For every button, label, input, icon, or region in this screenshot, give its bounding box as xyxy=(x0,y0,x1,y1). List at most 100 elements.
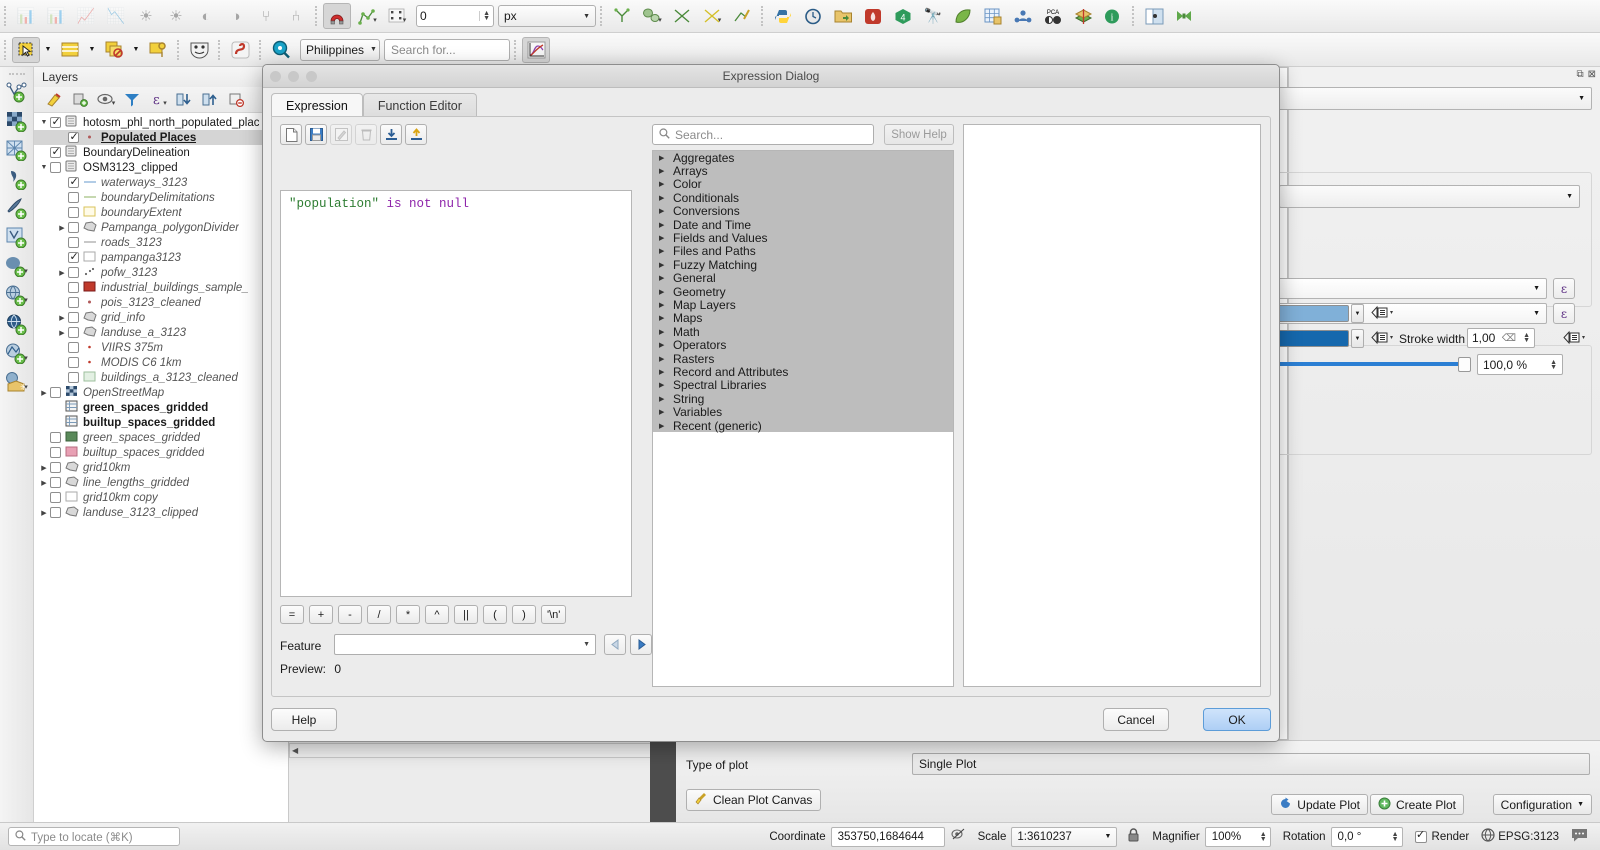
layer-tree-item[interactable]: ▶ landuse_3123_clipped xyxy=(34,505,288,520)
layer-visibility-checkbox[interactable] xyxy=(50,432,61,443)
layer-tree-item[interactable]: green_spaces_gridded xyxy=(34,400,288,415)
function-group-row[interactable]: ▶ General xyxy=(653,271,953,285)
layer-tree-item[interactable]: VIIRS 375m xyxy=(34,340,288,355)
green-4-icon[interactable]: 4 xyxy=(889,3,917,29)
function-group-row[interactable]: ▶ Conversions xyxy=(653,204,953,218)
layer-tree-item[interactable]: ▶ line_lengths_gridded xyxy=(34,475,288,490)
attribute-table-icon[interactable] xyxy=(56,37,84,63)
function-group-row[interactable]: ▶ Arrays xyxy=(653,164,953,178)
histogram-split-2-icon[interactable]: 📉 xyxy=(102,3,130,29)
expander-expand-icon[interactable]: ▶ xyxy=(659,261,673,269)
fill-color-swatch[interactable] xyxy=(1269,305,1349,322)
scroll-left-icon[interactable]: ◀ xyxy=(292,746,298,755)
expander-expand-icon[interactable]: ▶ xyxy=(659,207,673,215)
expression-button-1[interactable]: ε xyxy=(1553,278,1575,299)
next-feature-icon[interactable] xyxy=(630,634,652,655)
expander-expand-icon[interactable]: ▶ xyxy=(659,314,673,322)
layers-tree[interactable]: ▼ hotosm_phl_north_populated_plac Populate… xyxy=(34,113,288,822)
expander-expand-icon[interactable]: ▶ xyxy=(659,221,673,229)
plot-curve-icon[interactable] xyxy=(522,36,550,63)
operator-button[interactable]: - xyxy=(338,605,362,624)
expander-expand-icon[interactable]: ▶ xyxy=(659,234,673,242)
snake-icon[interactable] xyxy=(226,37,254,63)
function-tree[interactable]: ▶ Aggregates ▶ Arrays ▶ Color ▶ Conditionals ▶ Co… xyxy=(652,150,954,687)
snap-tolerance-spinbox[interactable]: 0 ▲ ▼ xyxy=(416,5,494,27)
layer-tree-item[interactable]: ▼ OSM3123_clipped xyxy=(34,160,288,175)
add-delimited-text-layer-icon[interactable] xyxy=(2,166,32,193)
clean-plot-canvas-button[interactable]: Clean Plot Canvas xyxy=(686,789,822,811)
function-group-row[interactable]: ▶ Aggregates xyxy=(653,151,953,165)
expander-expand-icon[interactable]: ▶ xyxy=(659,341,673,349)
operator-button[interactable]: ) xyxy=(512,605,536,624)
expression-text-editor[interactable]: "population" is not null xyxy=(280,190,632,597)
select-features-icon[interactable] xyxy=(12,36,40,63)
expander-expand-icon[interactable]: ▶ xyxy=(38,479,50,487)
operator-button[interactable]: + xyxy=(309,605,333,624)
layer-tree-item[interactable]: boundaryDelimitations xyxy=(34,190,288,205)
toolbar-handle[interactable] xyxy=(8,73,25,77)
split-features-icon[interactable] xyxy=(668,3,696,29)
fork-icon[interactable]: ⑂ xyxy=(252,3,280,29)
layer-visibility-checkbox[interactable] xyxy=(50,477,61,488)
layer-tree-item[interactable]: ▶ grid10km xyxy=(34,460,288,475)
expander-expand-icon[interactable]: ▶ xyxy=(659,301,673,309)
layer-visibility-checkbox[interactable] xyxy=(50,115,61,128)
deselect-icon[interactable] xyxy=(100,37,128,63)
red-flask-icon[interactable] xyxy=(859,3,887,29)
panel-toggle-icon[interactable] xyxy=(1140,3,1168,29)
expression-dialog[interactable]: Expression Dialog Expression Function Ed… xyxy=(262,64,1280,742)
layer-tree-item[interactable]: buildings_a_3123_cleaned xyxy=(34,370,288,385)
lock-icon[interactable] xyxy=(1127,828,1140,845)
stroke-width-field[interactable]: 1,00 ⌫ ▲ ▼ xyxy=(1467,328,1535,348)
layer-visibility-checkbox[interactable] xyxy=(68,267,79,278)
stroke-color-dropdown[interactable]: ▼ xyxy=(1351,329,1364,348)
select-dropdown-arrow[interactable]: ▼ xyxy=(42,37,54,63)
function-group-row[interactable]: ▶ Fuzzy Matching xyxy=(653,258,953,272)
render-checkbox[interactable] xyxy=(1414,828,1427,843)
close-panel-icon[interactable]: ⊠ xyxy=(1588,69,1596,80)
layer-visibility-checkbox[interactable] xyxy=(68,175,79,188)
function-group-row[interactable]: ▶ Files and Paths xyxy=(653,244,953,258)
layer-tree-item[interactable]: roads_3123 xyxy=(34,235,288,250)
operator-button[interactable]: * xyxy=(396,605,420,624)
globe-icon[interactable] xyxy=(1481,828,1495,845)
layer-tree-item[interactable]: Populated Places xyxy=(34,130,288,145)
expand-all-icon[interactable] xyxy=(173,89,195,109)
layer-tree-item[interactable]: BoundaryDelineation xyxy=(34,145,288,160)
expander-expand-icon[interactable]: ▶ xyxy=(659,422,673,430)
layer-tree-item[interactable]: grid10km copy xyxy=(34,490,288,505)
expander-expand-icon[interactable]: ▶ xyxy=(56,269,68,277)
add-wfs-layer-icon[interactable] xyxy=(2,311,32,338)
layer-tree-item[interactable]: ▶ grid_info xyxy=(34,310,288,325)
vertex-snap-icon[interactable]: ▾ xyxy=(353,3,381,29)
layer-tree-item[interactable]: ▶ landuse_a_3123 xyxy=(34,325,288,340)
expander-expand-icon[interactable]: ▶ xyxy=(38,509,50,517)
expander-expand-icon[interactable]: ▶ xyxy=(659,368,673,376)
trim-icon[interactable] xyxy=(608,3,636,29)
filter-expression-icon[interactable]: ε ▾ xyxy=(147,89,169,109)
offset-curve-icon[interactable]: ▾ xyxy=(638,3,666,29)
delete-icon[interactable] xyxy=(355,124,377,145)
expression-button-2[interactable]: ε xyxy=(1553,303,1575,324)
attribute-table-dropdown-arrow[interactable]: ▼ xyxy=(86,37,98,63)
function-group-row[interactable]: ▶ Color xyxy=(653,177,953,191)
collapse-all-icon[interactable] xyxy=(199,89,221,109)
remove-layer-icon[interactable] xyxy=(225,89,247,109)
reshape-icon[interactable] xyxy=(728,3,756,29)
magnet-icon[interactable] xyxy=(323,3,351,29)
update-plot-button[interactable]: Update Plot xyxy=(1271,794,1368,815)
pie-down-icon[interactable]: ◑ xyxy=(222,3,250,29)
layer-visibility-checkbox[interactable] xyxy=(68,207,79,218)
theatre-mask-icon[interactable] xyxy=(185,37,213,63)
function-group-row[interactable]: ▶ Geometry xyxy=(653,285,953,299)
expander-expand-icon[interactable]: ▶ xyxy=(659,194,673,202)
show-help-button[interactable]: Show Help xyxy=(884,124,954,145)
layers-stack-icon[interactable] xyxy=(1069,3,1097,29)
layer-visibility-checkbox[interactable] xyxy=(68,372,79,383)
import-icon[interactable] xyxy=(380,124,402,145)
layer-tree-item[interactable]: pampanga3123 xyxy=(34,250,288,265)
annotation-pin-icon[interactable] xyxy=(144,37,172,63)
sun-icon[interactable]: ☀ xyxy=(132,3,160,29)
expander-collapse-icon[interactable]: ▼ xyxy=(38,119,50,126)
country-combo[interactable]: Philippines ▼ xyxy=(300,38,380,61)
